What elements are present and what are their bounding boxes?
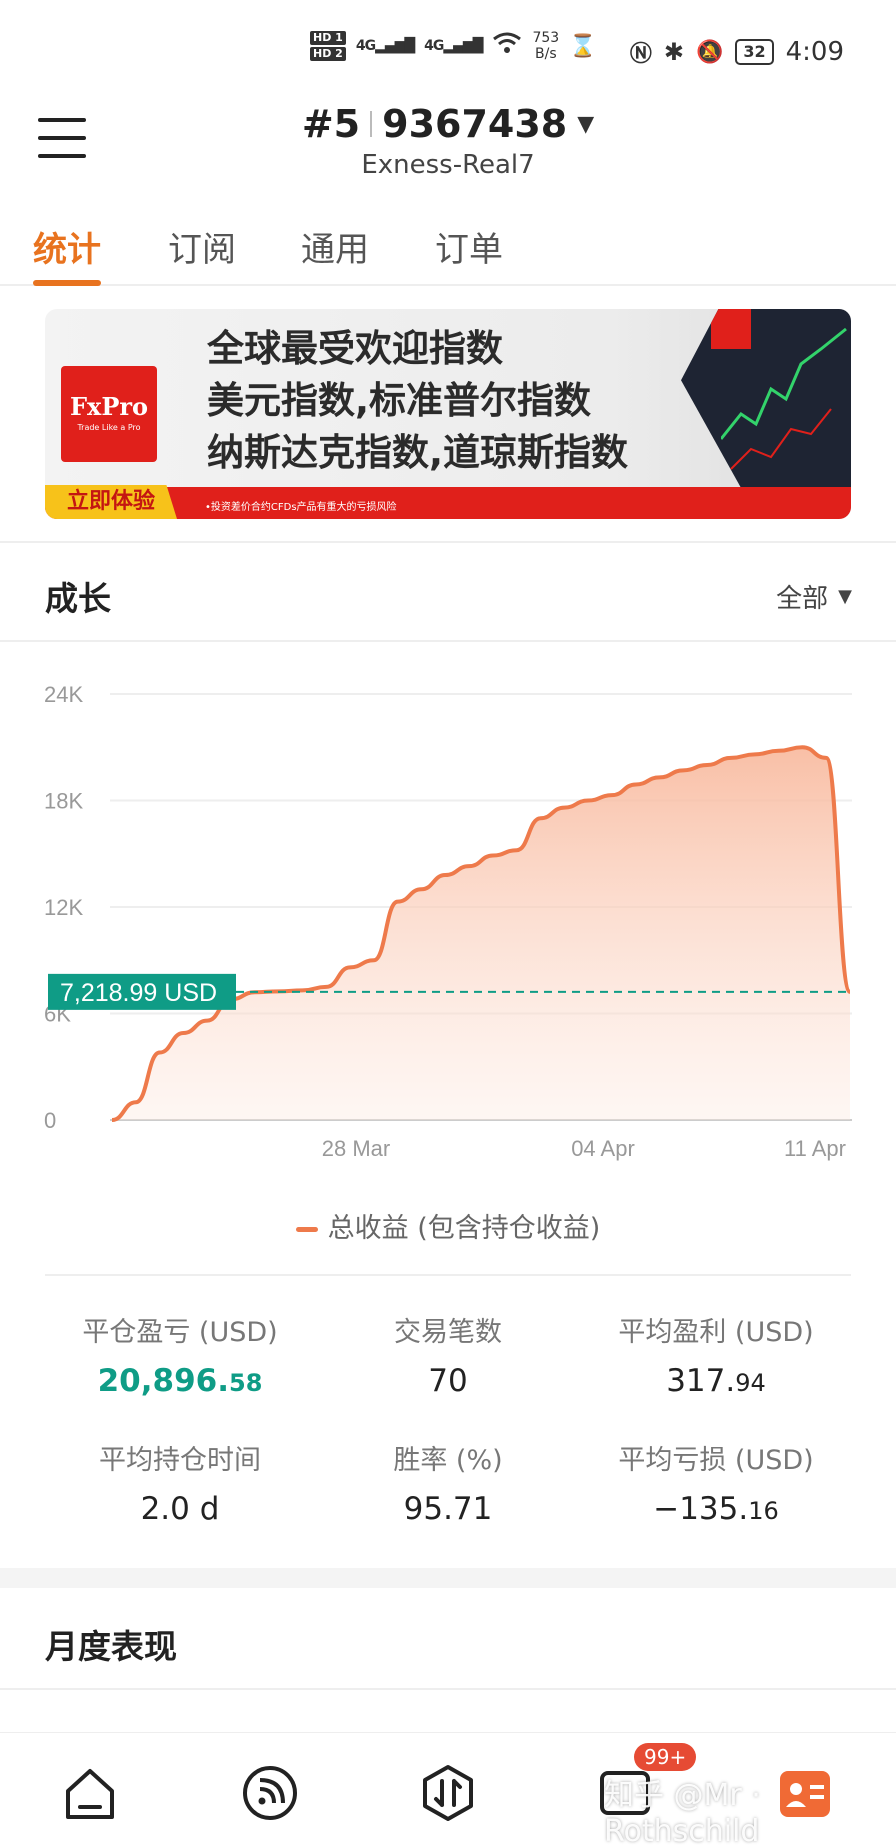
stat-avg-profit: 平均盈利 (USD) 317.94 bbox=[581, 1310, 851, 1399]
stat-closed-pnl: 平仓盈亏 (USD) 20,896.58 bbox=[45, 1310, 315, 1399]
nfc-icon: Ⓝ bbox=[629, 42, 652, 67]
y-tick-label: 0 bbox=[44, 1108, 56, 1133]
stat-avg-hold-time: 平均持仓时间 2.0 d bbox=[45, 1438, 315, 1527]
stat-avg-loss: 平均亏损 (USD) −135.16 bbox=[581, 1438, 851, 1527]
clock: 4:09 bbox=[785, 37, 844, 67]
status-bar: HD 1 HD 2 4G▂▄▆█ 4G▂▄▆█ 753 B/s ⌛ Ⓝ ✱ 🔕 … bbox=[0, 0, 896, 100]
divider bbox=[0, 541, 896, 543]
legend-label: 总收益 (包含持仓收益) bbox=[327, 1213, 601, 1244]
reference-label: 7,218.99 USD bbox=[60, 979, 217, 1007]
status-left: HD 1 HD 2 4G▂▄▆█ 4G▂▄▆█ 753 B/s ⌛ bbox=[310, 30, 597, 62]
y-tick-label: 12K bbox=[44, 895, 83, 920]
hd2-label: HD 2 bbox=[310, 47, 346, 61]
y-tick-label: 18K bbox=[44, 789, 83, 814]
hd1-label: HD 1 bbox=[310, 31, 346, 45]
status-right: Ⓝ ✱ 🔕 32 4:09 bbox=[630, 36, 844, 68]
caret-down-icon: ▼ bbox=[838, 586, 852, 607]
speed-unit: B/s bbox=[535, 46, 557, 62]
monthly-title: 月度表现 bbox=[45, 1627, 177, 1666]
home-icon[interactable] bbox=[60, 1763, 120, 1823]
range-filter[interactable]: 全部 ▼ bbox=[776, 578, 852, 615]
stat-label: 平均持仓时间 bbox=[99, 1445, 261, 1476]
try-now-button[interactable]: 立即体验 bbox=[45, 485, 177, 519]
filter-label: 全部 bbox=[776, 584, 829, 614]
banner-chart-graphic bbox=[681, 309, 851, 487]
stat-label: 平均盈利 (USD) bbox=[618, 1317, 814, 1348]
hourglass-icon: ⌛ bbox=[569, 33, 597, 59]
chart-legend: 总收益 (包含持仓收益) bbox=[0, 1206, 896, 1245]
x-tick-label: 04 Apr bbox=[571, 1136, 635, 1161]
stat-value: 70 bbox=[428, 1363, 468, 1399]
account-rank: #5 bbox=[301, 102, 361, 146]
account-header: #5 9367438 ▼ Exness-Real7 bbox=[0, 102, 896, 180]
x-tick-label: 28 Mar bbox=[322, 1136, 390, 1161]
growth-chart[interactable]: 24K18K12K6K028 Mar 04 Apr 11 Apr 7,218.99 … bbox=[0, 670, 896, 1170]
bluetooth-icon: ✱ bbox=[663, 38, 684, 66]
banner-line-2: 美元指数,标准普尔指数 bbox=[207, 379, 592, 422]
account-selector[interactable]: #5 9367438 ▼ bbox=[302, 102, 594, 146]
tab-orders[interactable]: 订单 bbox=[435, 222, 503, 271]
notification-badge: 99+ bbox=[634, 1743, 697, 1771]
stat-value: −135.16 bbox=[653, 1491, 779, 1527]
divider bbox=[0, 640, 896, 642]
legend-swatch bbox=[295, 1227, 318, 1232]
ad-banner[interactable]: FxPro Trade Like a Pro 全球最受欢迎指数 美元指数,标准普… bbox=[45, 309, 851, 519]
account-number: 9367438 bbox=[382, 102, 568, 146]
stat-value: 20,896.58 bbox=[97, 1363, 263, 1399]
tab-subscribe[interactable]: 订阅 bbox=[168, 222, 236, 271]
fxpro-logo: FxPro Trade Like a Pro bbox=[61, 366, 157, 462]
stat-label: 交易笔数 bbox=[394, 1317, 502, 1348]
stat-value: 95.71 bbox=[403, 1491, 493, 1527]
battery-icon: 32 bbox=[735, 39, 774, 65]
divider bbox=[45, 1274, 851, 1276]
signal-icon-1: 4G▂▄▆█ bbox=[355, 38, 415, 54]
stat-value: 2.0 d bbox=[140, 1491, 220, 1527]
tab-statistics[interactable]: 统计 bbox=[33, 222, 101, 271]
growth-title: 成长 bbox=[45, 579, 111, 618]
x-tick-label: 11 Apr bbox=[784, 1136, 846, 1161]
watermark: 知乎 @Mr · Rothschild bbox=[604, 1778, 761, 1848]
active-tab-indicator bbox=[33, 280, 101, 286]
server-name: Exness-Real7 bbox=[361, 150, 535, 180]
network-speed: 753 B/s bbox=[532, 30, 559, 62]
stat-value: 317.94 bbox=[666, 1363, 766, 1399]
section-gap bbox=[0, 1568, 896, 1588]
trade-icon[interactable] bbox=[418, 1763, 478, 1823]
title-separator bbox=[370, 111, 373, 137]
feed-icon[interactable] bbox=[240, 1763, 300, 1823]
speed-value: 753 bbox=[532, 30, 560, 46]
risk-note: •投资差价合约CFDs产品有重大的亏损风险 bbox=[205, 502, 397, 513]
tab-general[interactable]: 通用 bbox=[301, 222, 369, 271]
y-tick-label: 24K bbox=[44, 682, 83, 707]
stat-trade-count: 交易笔数 70 bbox=[313, 1310, 583, 1399]
stat-label: 平仓盈亏 (USD) bbox=[82, 1317, 278, 1348]
mute-icon: 🔕 bbox=[695, 39, 724, 65]
stat-win-rate: 胜率 (%) 95.71 bbox=[313, 1438, 583, 1527]
divider bbox=[0, 1688, 896, 1690]
banner-line-1: 全球最受欢迎指数 bbox=[207, 327, 503, 370]
signal-icon-2: 4G▂▄▆█ bbox=[424, 38, 483, 54]
banner-text: 全球最受欢迎指数 美元指数,标准普尔指数 纳斯达克指数,道琼斯指数 bbox=[207, 323, 628, 479]
banner-line-3: 纳斯达克指数,道琼斯指数 bbox=[207, 431, 629, 474]
series-area bbox=[112, 747, 850, 1120]
hd-indicators: HD 1 HD 2 bbox=[310, 31, 346, 61]
stat-label: 平均亏损 (USD) bbox=[618, 1445, 814, 1476]
stat-label: 胜率 (%) bbox=[393, 1445, 503, 1476]
wifi-icon bbox=[492, 31, 522, 61]
caret-down-icon: ▼ bbox=[577, 111, 595, 137]
tab-bar: 统计 订阅 通用 订单 bbox=[0, 218, 896, 286]
